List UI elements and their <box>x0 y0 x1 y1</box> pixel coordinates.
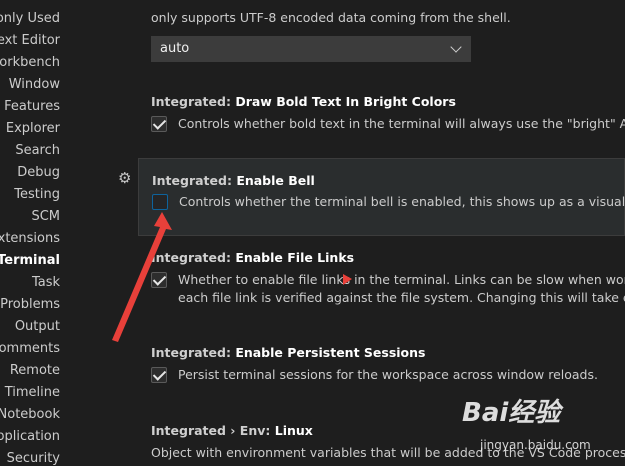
select-value: auto <box>160 41 190 56</box>
setting-title: Integrated › Env: Linux <box>151 423 313 438</box>
setting-unicode-version: only supports UTF-8 encoded data coming … <box>138 0 625 80</box>
toc-item-search[interactable]: Search <box>0 142 60 160</box>
toc-item-testing[interactable]: Testing <box>0 186 60 204</box>
setting-title: Integrated: Enable Persistent Sessions <box>151 345 425 360</box>
setting-enable-bell: Integrated: Enable Bell Controls whether… <box>138 158 625 236</box>
setting-title: Integrated: Draw Bold Text In Bright Col… <box>151 94 456 109</box>
setting-name: Linux <box>274 423 313 438</box>
setting-category: Integrated: <box>151 94 236 109</box>
toc-item-workbench[interactable]: Workbench <box>0 54 60 72</box>
setting-enable-file-links: Integrated: Enable File Links Whether to… <box>138 242 625 330</box>
baidu-watermark: Bai经验 jingyan.baidu.com <box>462 392 622 462</box>
toc-item-explorer[interactable]: Explorer <box>0 120 60 138</box>
setting-name: Enable Bell <box>236 173 315 188</box>
setting-description-line2: each file link is verified against the f… <box>178 290 625 305</box>
toc-item-text-editor[interactable]: Text Editor <box>0 32 60 50</box>
setting-description-line1: Whether to enable file links in the term… <box>178 272 625 287</box>
toc-item-commonly-used[interactable]: Commonly Used <box>0 10 60 28</box>
toc-item-notebook[interactable]: Notebook <box>0 406 60 424</box>
setting-description: Controls whether the terminal bell is en… <box>179 194 625 209</box>
toc-item-application[interactable]: Application <box>0 428 60 446</box>
setting-name: Enable Persistent Sessions <box>235 345 426 360</box>
toc-item-features[interactable]: Features <box>0 98 60 116</box>
toc-item-timeline[interactable]: Timeline <box>0 384 60 402</box>
toc-item-comments[interactable]: Comments <box>0 340 60 358</box>
toc-list: Commonly Used Text Editor Workbench Window F… <box>0 0 118 466</box>
setting-name: Draw Bold Text In Bright Colors <box>235 94 456 109</box>
setting-name: Enable File Links <box>235 250 355 265</box>
setting-category: Integrated › Env: <box>151 423 275 438</box>
toc-item-extensions[interactable]: Extensions <box>0 230 60 248</box>
toc-item-output[interactable]: Output <box>0 318 60 336</box>
setting-category: Integrated: <box>151 250 236 265</box>
persistent-sessions-checkbox[interactable] <box>151 367 167 383</box>
gear-icon[interactable]: ⚙ <box>118 170 134 186</box>
toc-item-security[interactable]: Security <box>0 450 60 466</box>
toc-item-task[interactable]: Task <box>0 274 60 292</box>
encoding-select[interactable]: auto <box>151 36 471 62</box>
setting-title: Integrated: Enable Bell <box>152 173 315 188</box>
setting-draw-bold-bright: Integrated: Draw Bold Text In Bright Col… <box>138 86 625 152</box>
toc-item-terminal[interactable]: Terminal <box>0 252 60 270</box>
watermark-site: jingyan.baidu.com <box>480 438 591 452</box>
watermark-brand: Bai经验 <box>462 398 561 428</box>
chevron-down-icon <box>450 41 462 53</box>
setting-category: Integrated: <box>152 173 237 188</box>
setting-description: Controls whether bold text in the termin… <box>178 116 625 131</box>
enable-bell-checkbox[interactable] <box>152 194 168 210</box>
toc-item-problems[interactable]: Problems <box>0 296 60 314</box>
toc-item-remote[interactable]: Remote <box>0 362 60 380</box>
bold-bright-checkbox[interactable] <box>151 116 167 132</box>
file-links-checkbox[interactable] <box>151 272 167 288</box>
settings-toc: Commonly Used Text Editor Workbench Window F… <box>0 0 118 466</box>
toc-item-scm[interactable]: SCM <box>0 208 60 226</box>
toc-item-window[interactable]: Window <box>0 76 60 94</box>
setting-category: Integrated: <box>151 345 236 360</box>
setting-description: Persist terminal sessions for the worksp… <box>178 367 598 382</box>
setting-title: Integrated: Enable File Links <box>151 250 354 265</box>
toc-item-debug[interactable]: Debug <box>0 164 60 182</box>
setting-description: only supports UTF-8 encoded data coming … <box>151 10 511 25</box>
